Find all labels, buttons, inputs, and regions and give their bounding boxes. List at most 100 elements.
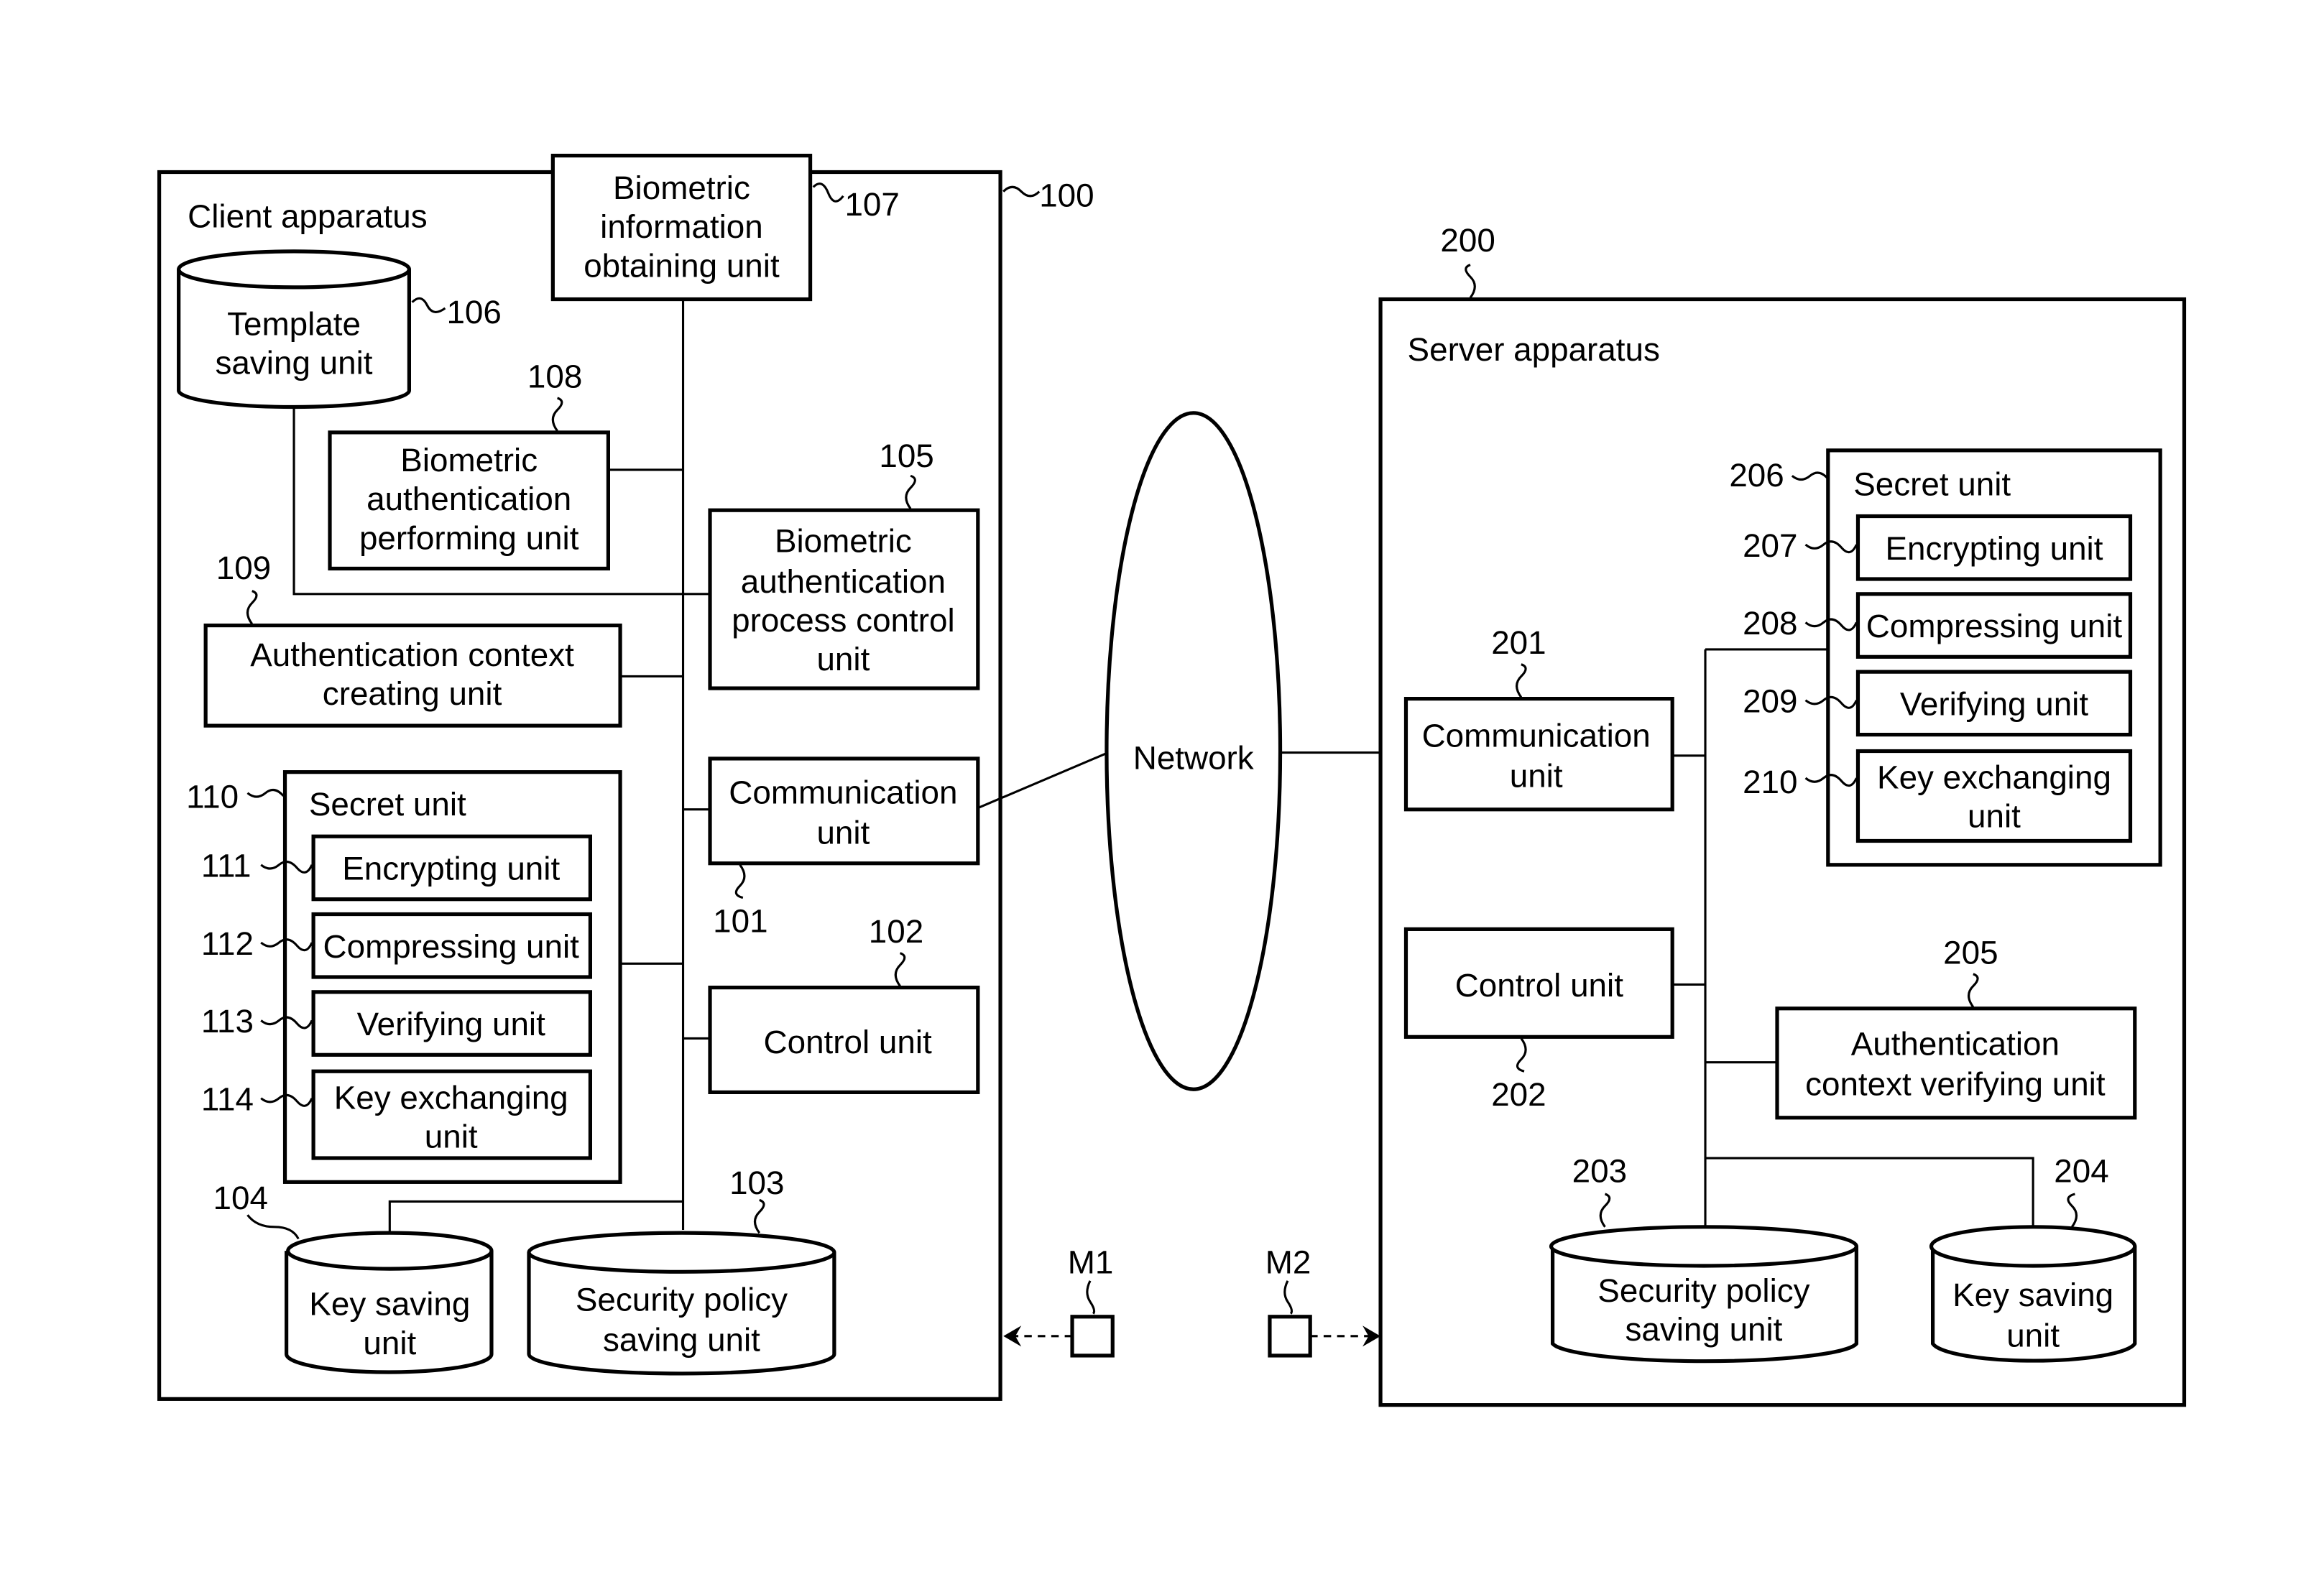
svg-text:information: information xyxy=(600,208,763,245)
network: Network xyxy=(977,411,1405,1091)
ref-112: 112 xyxy=(201,925,254,962)
ref-202: 202 xyxy=(1491,1076,1546,1113)
unit-label-line: Key saving xyxy=(1952,1277,2113,1313)
ref-109: 109 xyxy=(216,550,271,586)
leader-m1 xyxy=(1086,1280,1096,1315)
unit-label-line: unit xyxy=(816,815,870,851)
ref-107: 107 xyxy=(844,186,899,223)
svg-text:creating unit: creating unit xyxy=(323,675,502,712)
unit-label-line: unit xyxy=(425,1118,478,1154)
secret-unit-title: Secret unit xyxy=(309,786,466,823)
svg-text:process control: process control xyxy=(732,602,955,639)
svg-text:Biometric: Biometric xyxy=(400,442,538,478)
control-unit-label: Control unit xyxy=(764,1024,932,1060)
ref-110: 110 xyxy=(186,779,239,815)
ref-100: 100 xyxy=(1039,177,1094,213)
verifying-unit-label: Verifying unit xyxy=(357,1006,545,1042)
medium-m1: M1 xyxy=(1003,1244,1115,1358)
ref-205: 205 xyxy=(1943,934,1998,971)
unit-label-line: unit xyxy=(2006,1317,2060,1353)
unit-label-line: Security policy xyxy=(1597,1272,1809,1309)
ref-206: 206 xyxy=(1729,457,1784,494)
server-apparatus-title: Server apparatus xyxy=(1408,331,1660,368)
client-apparatus-title: Client apparatus xyxy=(188,198,428,235)
svg-text:Key exchanging: Key exchanging xyxy=(334,1079,568,1116)
ref-204: 204 xyxy=(2054,1152,2108,1189)
unit-label-line: Template xyxy=(227,306,361,343)
verifying-unit-label: Verifying unit xyxy=(1900,686,2088,723)
unit-label-line: unit xyxy=(816,641,870,677)
ref-105: 105 xyxy=(879,438,933,474)
svg-text:authentication: authentication xyxy=(366,481,571,517)
unit-label-line: unit xyxy=(1510,758,1563,795)
svg-text:Authentication context: Authentication context xyxy=(250,637,574,673)
unit-label-line: obtaining unit xyxy=(584,247,780,284)
medium-m2: M2 xyxy=(1265,1244,1381,1358)
svg-text:Key exchanging: Key exchanging xyxy=(1877,759,2111,796)
svg-text:Security policy: Security policy xyxy=(576,1281,788,1318)
ref-103: 103 xyxy=(729,1165,784,1201)
unit-label-line: Communication xyxy=(1422,717,1651,754)
unit-label-line: saving unit xyxy=(1625,1311,1782,1348)
ref-102: 102 xyxy=(869,913,923,950)
ref-208: 208 xyxy=(1743,605,1797,642)
leader-100 xyxy=(1002,185,1041,198)
ref-201: 201 xyxy=(1491,624,1546,661)
ref-209: 209 xyxy=(1743,682,1797,719)
m1-box xyxy=(1070,1315,1115,1358)
svg-text:Communication: Communication xyxy=(729,774,957,810)
ref-203: 203 xyxy=(1572,1152,1627,1189)
leader-m2 xyxy=(1283,1280,1294,1315)
unit-label-line: Key saving xyxy=(309,1286,470,1323)
ref-108: 108 xyxy=(527,358,582,394)
unit-label-line: process control xyxy=(732,602,955,639)
unit-label-line: saving unit xyxy=(216,345,373,381)
compressing-unit-label: Compressing unit xyxy=(1866,608,2123,644)
ref-104: 104 xyxy=(213,1180,268,1216)
secret-unit-title: Secret unit xyxy=(1853,466,2011,502)
unit-label-line: authentication xyxy=(366,481,571,517)
svg-text:Security policy: Security policy xyxy=(1597,1272,1809,1309)
unit-label-line: saving unit xyxy=(603,1322,760,1359)
svg-text:saving unit: saving unit xyxy=(216,345,373,381)
svg-text:Biometric: Biometric xyxy=(775,523,912,560)
svg-text:Template: Template xyxy=(227,306,361,343)
m2-box xyxy=(1268,1315,1312,1358)
network-label: Network xyxy=(1133,740,1254,777)
ref-111: 111 xyxy=(201,847,252,884)
svg-text:Key saving: Key saving xyxy=(309,1286,470,1323)
svg-text:Authentication: Authentication xyxy=(1851,1025,2060,1062)
diagram: Client apparatus 100 Biometric informati… xyxy=(157,153,2187,1407)
m1-label: M1 xyxy=(1068,1244,1114,1280)
unit-label-line: unit xyxy=(363,1325,416,1361)
svg-text:context verifying unit: context verifying unit xyxy=(1805,1066,2106,1103)
unit-label-line: Key exchanging xyxy=(1877,759,2111,796)
control-unit-label: Control unit xyxy=(1455,967,1623,1004)
svg-text:unit: unit xyxy=(816,641,870,677)
ref-101: 101 xyxy=(713,903,767,940)
svg-text:saving unit: saving unit xyxy=(1625,1311,1782,1348)
unit-label-line: Authentication context xyxy=(250,637,574,673)
svg-text:saving unit: saving unit xyxy=(603,1322,760,1359)
m2-label: M2 xyxy=(1265,1244,1311,1280)
ref-106: 106 xyxy=(446,294,501,330)
svg-text:Biometric: Biometric xyxy=(613,170,750,206)
ref-210: 210 xyxy=(1743,764,1797,800)
svg-text:performing unit: performing unit xyxy=(359,519,579,556)
unit-label-line: creating unit xyxy=(323,675,502,712)
ref-113: 113 xyxy=(201,1003,254,1040)
unit-label-line: information xyxy=(600,208,763,245)
unit-label-line: Biometric xyxy=(613,170,750,206)
unit-label-line: Biometric xyxy=(775,523,912,560)
unit-label-line: Key exchanging xyxy=(334,1079,568,1116)
svg-text:unit: unit xyxy=(1968,798,2021,835)
svg-text:unit: unit xyxy=(1510,758,1563,795)
unit-label-line: Authentication xyxy=(1851,1025,2060,1062)
compressing-unit-label: Compressing unit xyxy=(323,928,580,965)
svg-text:authentication: authentication xyxy=(741,563,946,600)
unit-label-line: context verifying unit xyxy=(1805,1066,2106,1103)
unit-label-line: Biometric xyxy=(400,442,538,478)
svg-text:unit: unit xyxy=(2006,1317,2060,1353)
unit-label-line: performing unit xyxy=(359,519,579,556)
svg-text:unit: unit xyxy=(363,1325,416,1361)
